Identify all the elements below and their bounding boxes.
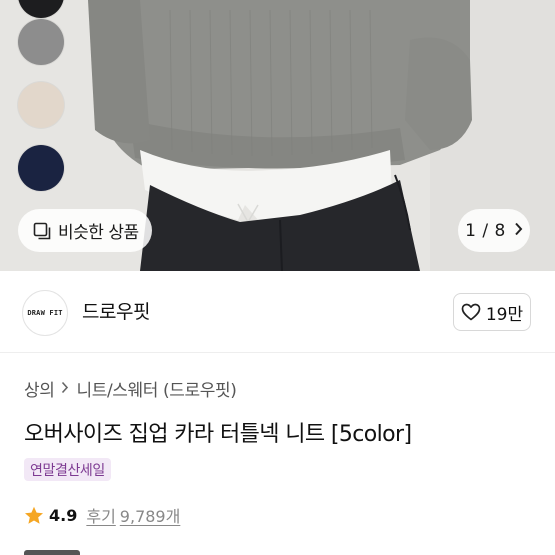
color-swatch-beige[interactable] xyxy=(18,82,64,128)
color-swatch-gray[interactable] xyxy=(18,19,64,65)
review-link[interactable]: 후기 9,789개 xyxy=(86,503,180,527)
review-count: 9,789개 xyxy=(119,507,181,526)
review-label: 후기 xyxy=(86,507,116,526)
chevron-right-icon xyxy=(514,221,523,241)
brand-row: DRAW FIT 드로우핏 19만 xyxy=(0,271,555,353)
brand-logo-text: DRAW FIT xyxy=(27,309,63,317)
similar-products-button[interactable]: 비슷한 상품 xyxy=(18,209,152,252)
brand-logo[interactable]: DRAW FIT xyxy=(22,290,68,336)
image-pager-text: 1 / 8 xyxy=(465,220,506,241)
breadcrumb-item-knit[interactable]: 니트/스웨터 (드로우핏) xyxy=(76,376,236,401)
brand-name-link[interactable]: 드로우핏 xyxy=(82,297,150,324)
product-title: 오버사이즈 집업 카라 터틀넥 니트 [5color] xyxy=(24,422,412,447)
like-button[interactable]: 19만 xyxy=(453,293,531,331)
rating-value: 4.9 xyxy=(49,505,78,525)
chevron-right-icon xyxy=(61,379,69,399)
next-section-thumbnail xyxy=(24,550,80,555)
rating-row: 4.9 후기 9,789개 xyxy=(24,503,180,527)
heart-icon xyxy=(461,303,481,321)
product-image-carousel[interactable]: 비슷한 상품 1 / 8 xyxy=(0,0,555,271)
like-count: 19만 xyxy=(485,304,524,325)
similar-products-label: 비슷한 상품 xyxy=(58,223,139,243)
sale-badge: 연말결산세일 xyxy=(24,458,111,481)
similar-items-icon xyxy=(32,221,52,241)
image-pager-button[interactable]: 1 / 8 xyxy=(458,209,530,252)
color-swatch-navy[interactable] xyxy=(18,145,64,191)
star-icon xyxy=(24,506,44,525)
breadcrumb: 상의 니트/스웨터 (드로우핏) xyxy=(24,376,237,401)
breadcrumb-item-top[interactable]: 상의 xyxy=(24,376,55,401)
